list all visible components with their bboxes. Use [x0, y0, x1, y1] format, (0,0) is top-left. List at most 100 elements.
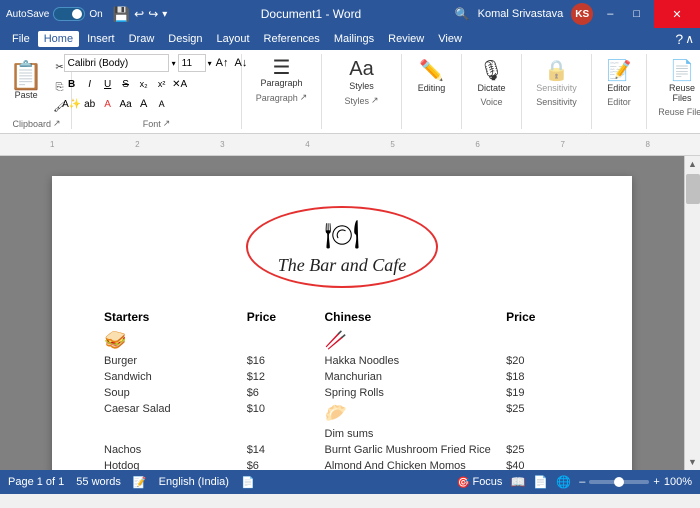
focus-icon: 🎯: [457, 476, 471, 489]
close-button[interactable]: ✕: [654, 0, 700, 28]
styles-label: Styles: [349, 81, 374, 91]
increase-font-size-button[interactable]: A↑: [214, 57, 231, 69]
highlight-button[interactable]: ab: [82, 96, 98, 112]
subscript-button[interactable]: x₂: [136, 76, 152, 92]
clear-formatting-button[interactable]: ✕A: [172, 76, 188, 92]
reuse-label-bottom: Reuse Files: [658, 105, 700, 117]
font-size-dropdown-icon[interactable]: ▾: [208, 59, 212, 68]
table-row: Dim sums: [102, 426, 582, 442]
menu-insert[interactable]: Insert: [81, 31, 121, 47]
zoom-slider-track[interactable]: [589, 480, 649, 484]
starters-food-icon: 🥪: [104, 330, 126, 350]
reuse-files-button[interactable]: 📄 ReuseFiles: [664, 54, 700, 105]
font-color-button[interactable]: A: [100, 96, 116, 112]
dictate-group: 🎙 Dictate Voice: [462, 54, 522, 129]
paste-label: Paste: [15, 90, 38, 100]
font-name-input[interactable]: [64, 54, 169, 72]
view-web-icon[interactable]: 🌐: [556, 475, 571, 489]
maximize-icon[interactable]: □: [627, 8, 646, 20]
font-size-input[interactable]: [178, 54, 206, 72]
table-row: 🥪 🥢: [102, 328, 582, 353]
document-area[interactable]: 🍽 The Bar and Cafe Starters Price Chines…: [0, 156, 684, 470]
save-icon[interactable]: 💾: [113, 6, 130, 23]
editing-icon: ✏️: [419, 58, 444, 83]
starters-header: Starters: [102, 306, 245, 328]
autosave-toggle[interactable]: [53, 7, 85, 21]
spell-check-icon[interactable]: 📝: [133, 476, 147, 489]
change-case-button[interactable]: Aa: [118, 96, 134, 112]
table-row: Nachos $14 Burnt Garlic Mushroom Fried R…: [102, 442, 582, 458]
vertical-scrollbar[interactable]: ▲ ▼: [684, 156, 700, 470]
doc-title: Document1 - Word: [261, 7, 361, 21]
superscript-button[interactable]: x²: [154, 76, 170, 92]
italic-button[interactable]: I: [82, 76, 98, 92]
page-info: Page 1 of 1: [8, 476, 64, 488]
page-header: 🍽 The Bar and Cafe: [102, 206, 582, 288]
menu-table: Starters Price Chinese Price 🥪: [102, 306, 582, 470]
editor-icon: 📝: [607, 58, 632, 83]
paragraph-label-bottom: Paragraph ↗: [256, 90, 308, 103]
more-icon[interactable]: ▾: [162, 9, 167, 20]
zoom-slider-thumb[interactable]: [614, 477, 624, 487]
ribbon-collapse-icon[interactable]: ∧: [685, 32, 694, 46]
scroll-up-arrow[interactable]: ▲: [685, 156, 700, 172]
clipboard-expand-icon[interactable]: ↗: [53, 118, 61, 129]
price1-header: Price: [245, 306, 323, 328]
font-group: ▾ ▾ A↑ A↓ B I U S x₂ x² ✕A A✨ ab: [72, 54, 242, 129]
text-effect-button[interactable]: A✨: [64, 96, 80, 112]
strikethrough-button[interactable]: S: [118, 76, 134, 92]
paragraph-label: Paragraph: [260, 78, 302, 88]
dictate-button[interactable]: 🎙 Dictate: [473, 54, 509, 95]
menu-file[interactable]: File: [6, 31, 36, 47]
search-icon[interactable]: 🔍: [455, 7, 470, 21]
toggle-on-label: On: [89, 9, 102, 20]
minimize-icon[interactable]: –: [601, 8, 619, 20]
zoom-control[interactable]: – + 100%: [579, 476, 692, 488]
menu-home[interactable]: Home: [38, 31, 79, 47]
menu-mailings[interactable]: Mailings: [328, 31, 380, 47]
document-status-icon: 📄: [241, 476, 255, 489]
title-bar: AutoSave On 💾 ↩ ↪ ▾ Document1 - Word 🔍 K…: [0, 0, 700, 28]
font-expand-icon[interactable]: ↗: [163, 118, 171, 129]
focus-button[interactable]: 🎯 Focus: [457, 476, 503, 489]
styles-button[interactable]: Aa Styles: [344, 54, 380, 93]
font-size-down-btn[interactable]: A: [154, 96, 170, 112]
editor-button[interactable]: 📝 Editor: [601, 54, 637, 95]
view-print-icon[interactable]: 📄: [533, 475, 548, 489]
font-size-up-btn[interactable]: A: [136, 96, 152, 112]
menu-view[interactable]: View: [432, 31, 468, 47]
undo-icon[interactable]: ↩: [134, 7, 144, 21]
zoom-out-button[interactable]: –: [579, 476, 585, 488]
paragraph-button[interactable]: ☰ Paragraph: [256, 54, 306, 90]
menu-layout[interactable]: Layout: [211, 31, 256, 47]
menu-draw[interactable]: Draw: [123, 31, 161, 47]
user-name: Komal Srivastava: [478, 8, 564, 20]
sensitivity-button[interactable]: 🔒 Sensitivity: [532, 54, 581, 95]
paragraph-expand-icon[interactable]: ↗: [300, 92, 308, 103]
styles-group: Aa Styles Styles ↗: [322, 54, 402, 129]
underline-button[interactable]: U: [100, 76, 116, 92]
help-icon[interactable]: ?: [675, 31, 683, 47]
user-avatar[interactable]: KS: [571, 3, 593, 25]
editing-button[interactable]: ✏️ Editing: [414, 54, 450, 95]
price2-header: Price: [504, 306, 582, 328]
table-row: Sandwich $12 Manchurian $18: [102, 369, 582, 385]
language[interactable]: English (India): [159, 476, 229, 488]
view-read-icon[interactable]: 📖: [510, 475, 525, 489]
restaurant-branding: 🍽 The Bar and Cafe: [246, 206, 439, 288]
styles-icon: Aa: [349, 58, 373, 81]
scroll-thumb[interactable]: [686, 174, 700, 204]
zoom-level: 100%: [664, 476, 692, 488]
font-name-dropdown-icon[interactable]: ▾: [172, 59, 176, 68]
scroll-down-arrow[interactable]: ▼: [685, 454, 700, 470]
paste-button[interactable]: 📋 Paste: [4, 54, 48, 108]
redo-icon[interactable]: ↪: [148, 7, 158, 21]
bold-button[interactable]: B: [64, 76, 80, 92]
menu-design[interactable]: Design: [162, 31, 208, 47]
styles-expand-icon[interactable]: ↗: [371, 95, 379, 106]
zoom-in-button[interactable]: +: [653, 476, 659, 488]
editor-label-bottom: Editor: [607, 95, 631, 107]
table-row: Hotdog $6 Almond And Chicken Momos $40: [102, 458, 582, 470]
menu-review[interactable]: Review: [382, 31, 430, 47]
menu-references[interactable]: References: [258, 31, 326, 47]
